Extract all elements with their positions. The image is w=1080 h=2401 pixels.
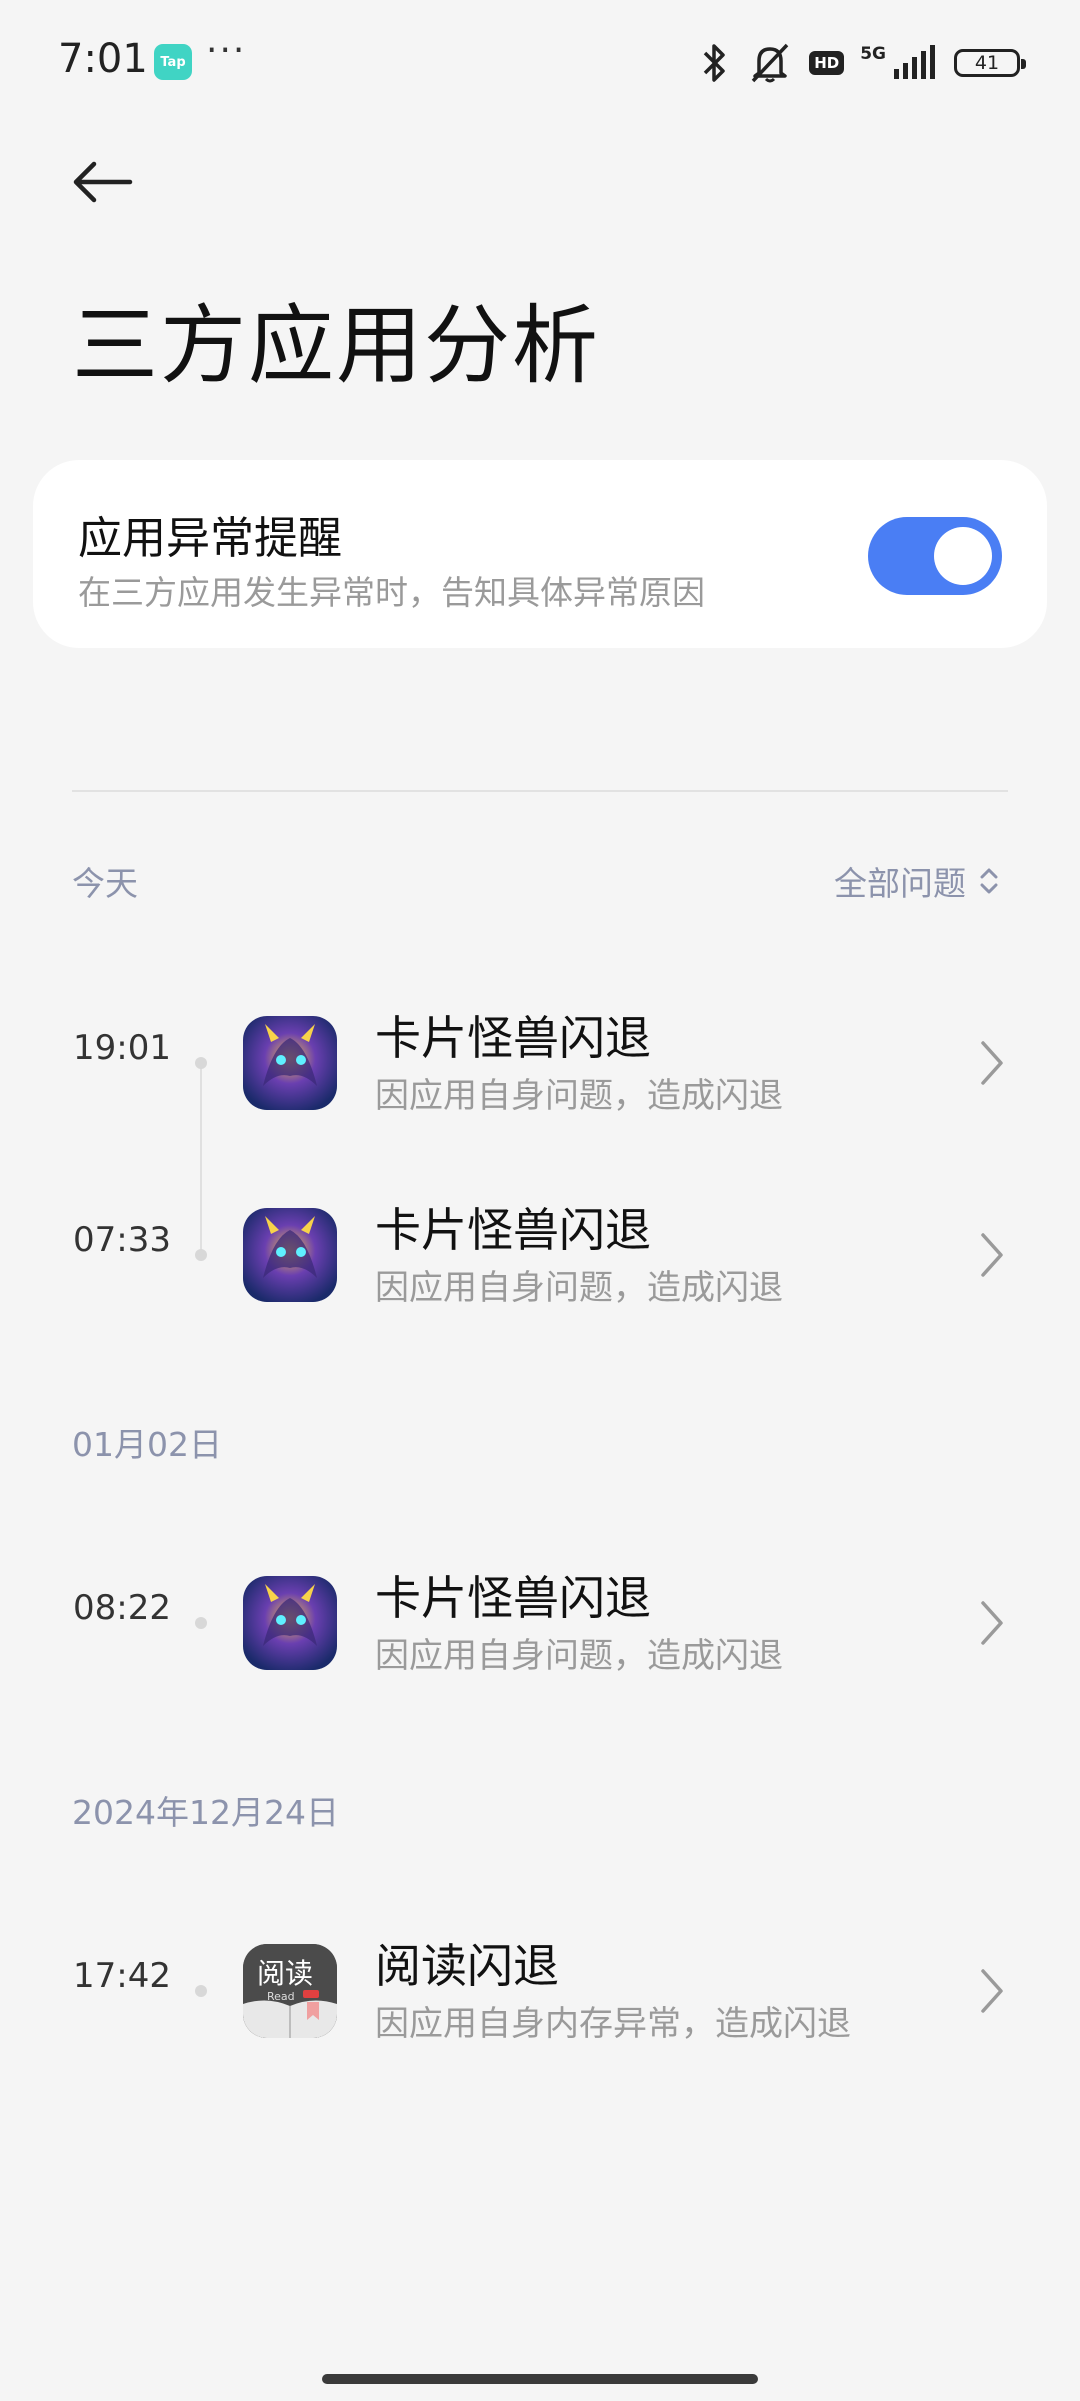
item-detail: 因应用自身问题，造成闪退 (375, 1268, 783, 1308)
list-item[interactable]: 19:01 卡片怪兽闪退 因应用自身问题，造成闪退 (0, 988, 1080, 1138)
back-arrow-icon (73, 161, 133, 203)
divider (72, 790, 1008, 792)
item-time: 17:42 (73, 1956, 171, 1996)
status-bar: 7:01 Tap ··· HD 5G 41 (0, 0, 1080, 125)
chevron-right-icon (981, 1041, 1003, 1085)
timeline-dot (195, 1617, 207, 1629)
back-button[interactable] (70, 150, 150, 214)
item-title: 卡片怪兽闪退 (375, 1571, 651, 1625)
section-date: 2024年12月24日 (72, 1793, 339, 1832)
chevron-right-icon (981, 1233, 1003, 1277)
status-time: 7:01 (58, 36, 148, 82)
bluetooth-icon (703, 44, 725, 82)
timeline-dot (195, 1249, 207, 1261)
card-monster-app-icon (243, 1576, 337, 1670)
battery-icon: 41 (954, 49, 1026, 77)
hd-icon: HD (809, 51, 845, 75)
timeline-dot (195, 1057, 207, 1069)
item-title: 卡片怪兽闪退 (375, 1011, 651, 1065)
reading-icon-subtext: Read (267, 1990, 295, 2003)
signal-icon (894, 45, 935, 79)
page-title: 三方应用分析 (72, 296, 600, 396)
item-title: 阅读闪退 (375, 1939, 559, 1993)
alert-title: 应用异常提醒 (78, 513, 342, 564)
chevron-up-down-icon (980, 868, 998, 894)
section-date: 01月02日 (72, 1425, 222, 1464)
item-title: 卡片怪兽闪退 (375, 1203, 651, 1257)
home-indicator[interactable] (322, 2374, 758, 2384)
toggle-knob (934, 527, 992, 585)
item-time: 07:33 (73, 1220, 171, 1260)
alert-toggle[interactable] (868, 517, 1002, 595)
reading-app-icon: 阅读 Read (243, 1944, 337, 2038)
list-item[interactable]: 07:33 卡片怪兽闪退 因应用自身问题，造成闪退 (0, 1180, 1080, 1330)
list-item[interactable]: 17:42 阅读 Read 阅读闪退 因应用自身内存异常，造成闪退 (0, 1916, 1080, 2066)
filter-label: 全部问题 (834, 864, 966, 903)
section-date-today: 今天 (72, 864, 138, 903)
reading-icon-text: 阅读 (257, 1957, 314, 1990)
battery-level: 41 (974, 52, 1000, 74)
item-time: 19:01 (73, 1028, 171, 1068)
item-time: 08:22 (73, 1588, 171, 1628)
more-notifications-icon: ··· (206, 30, 247, 71)
app-exception-alert-card: 应用异常提醒 在三方应用发生异常时，告知具体异常原因 (33, 460, 1047, 648)
item-detail: 因应用自身问题，造成闪退 (375, 1076, 783, 1116)
alert-subtitle: 在三方应用发生异常时，告知具体异常原因 (78, 573, 705, 612)
card-monster-app-icon (243, 1208, 337, 1302)
item-detail: 因应用自身内存异常，造成闪退 (375, 2004, 851, 2044)
filter-dropdown[interactable]: 全部问题 (834, 857, 1000, 905)
tap-app-icon: Tap (154, 44, 192, 80)
network-type: 5G (860, 44, 886, 64)
chevron-right-icon (981, 1969, 1003, 2013)
card-monster-app-icon (243, 1016, 337, 1110)
chevron-right-icon (981, 1601, 1003, 1645)
status-icons: HD 5G 41 (697, 38, 1026, 88)
mute-icon (751, 43, 789, 83)
list-item[interactable]: 08:22 卡片怪兽闪退 因应用自身问题，造成闪退 (0, 1548, 1080, 1698)
timeline-dot (195, 1985, 207, 1997)
item-detail: 因应用自身问题，造成闪退 (375, 1636, 783, 1676)
